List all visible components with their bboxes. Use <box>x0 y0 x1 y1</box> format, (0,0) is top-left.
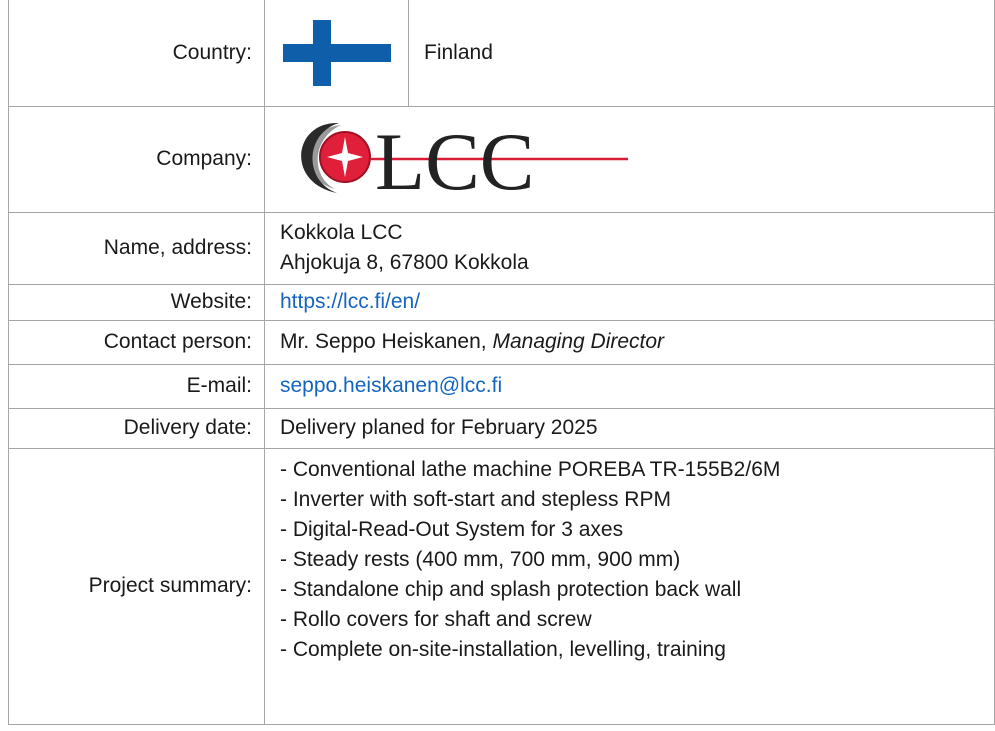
summary-item: - Steady rests (400 mm, 700 mm, 900 mm) <box>280 547 681 571</box>
row-company: Company: LCC <box>8 105 995 213</box>
row-website: Website: https://lcc.fi/en/ <box>8 283 995 321</box>
delivery-label: Delivery date: <box>8 407 265 449</box>
contact-name: Mr. Seppo Heiskanen, <box>280 330 487 353</box>
row-name-address: Name, address: Kokkola LCC Ahjokuja 8, 6… <box>8 211 995 285</box>
row-country: Country: Finland <box>8 0 995 107</box>
company-label: Company: <box>8 105 265 213</box>
summary-item: - Complete on-site-installation, levelli… <box>280 637 726 661</box>
contact-role: Managing Director <box>492 330 665 353</box>
country-value: Finland <box>408 0 995 107</box>
summary-item: - Inverter with soft-start and stepless … <box>280 487 671 511</box>
row-email: E-mail: seppo.heiskanen@lcc.fi <box>8 363 995 409</box>
project-info-table: Country: Finland Company: LCC Name, addr… <box>8 0 995 725</box>
website-cell: https://lcc.fi/en/ <box>264 283 995 321</box>
name-address-value: Kokkola LCC Ahjokuja 8, 67800 Kokkola <box>264 211 995 285</box>
lcc-logo-text: LCC <box>375 116 534 203</box>
email-label: E-mail: <box>8 363 265 409</box>
email-cell: seppo.heiskanen@lcc.fi <box>264 363 995 409</box>
summary-item: - Conventional lathe machine POREBA TR-1… <box>280 457 781 481</box>
summary-item: - Digital-Read-Out System for 3 axes <box>280 517 624 541</box>
row-contact: Contact person: Mr. Seppo Heiskanen, Man… <box>8 319 995 365</box>
website-link[interactable]: https://lcc.fi/en/ <box>280 290 420 313</box>
row-delivery: Delivery date: Delivery planed for Febru… <box>8 407 995 449</box>
summary-item: - Standalone chip and splash protection … <box>280 577 742 601</box>
company-address: Ahjokuja 8, 67800 Kokkola <box>280 251 529 274</box>
summary-item: - Rollo covers for shaft and screw <box>280 607 592 631</box>
delivery-value: Delivery planed for February 2025 <box>264 407 995 449</box>
company-name: Kokkola LCC <box>280 221 403 244</box>
country-label: Country: <box>8 0 265 107</box>
company-logo-cell: LCC <box>264 105 995 213</box>
name-address-label: Name, address: <box>8 211 265 285</box>
email-link[interactable]: seppo.heiskanen@lcc.fi <box>280 374 502 397</box>
contact-value: Mr. Seppo Heiskanen, Managing Director <box>264 319 995 365</box>
row-summary: Project summary: - Conventional lathe ma… <box>8 447 995 725</box>
website-label: Website: <box>8 283 265 321</box>
summary-label: Project summary: <box>8 447 265 725</box>
summary-list: - Conventional lathe machine POREBA TR-1… <box>264 447 995 725</box>
flag-cell <box>264 0 409 107</box>
contact-label: Contact person: <box>8 319 265 365</box>
finland-flag-icon <box>282 19 391 86</box>
lcc-logo-icon: LCC <box>301 116 628 207</box>
